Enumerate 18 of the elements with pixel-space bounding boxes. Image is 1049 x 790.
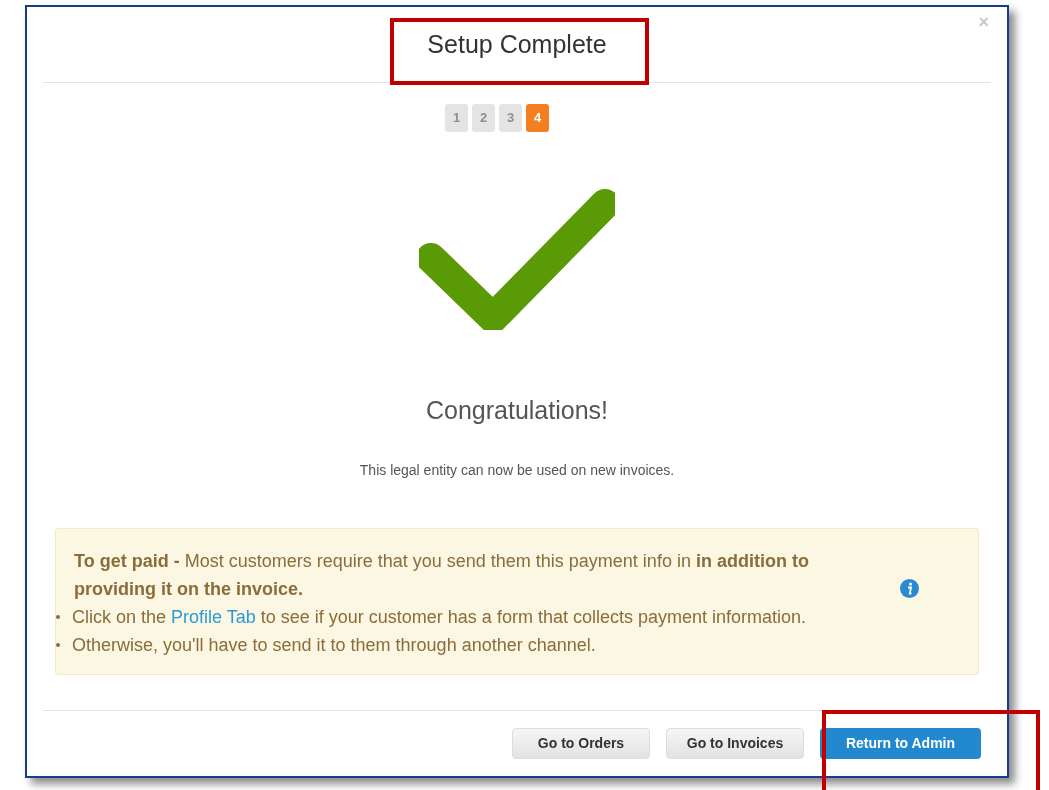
checkmark-icon [419,186,615,330]
step-indicator: 2 [472,104,495,132]
secondary-button[interactable]: Go to Invoices [666,728,804,759]
dialog-title: Setup Complete [427,28,607,60]
profile-tab-link[interactable]: Profile Tab [171,606,256,627]
notice-text: To get paid - Most customers require that you send them this payment info in in addition to providing it on the invoice. [74,549,810,601]
success-message: This legal entity can now be used on new invoices. [359,460,675,480]
secondary-button[interactable]: Go to Orders [512,728,650,759]
bullet-icon [56,614,60,619]
step-indicator: 4 [526,104,549,132]
info-icon[interactable] [900,578,919,598]
primary-button[interactable]: Return to Admin [820,728,981,759]
step-indicator: 3 [499,104,522,132]
notice-bullet-text: Click on the Profile Tab to see if your customer has a form that collects payment information. [72,605,806,629]
step-indicator: 1 [445,104,468,132]
congratulations-heading: Congratulations! [425,395,609,426]
bullet-icon [56,642,60,647]
notice-bullet-text: Otherwise, you'll have to send it to them through another channel. [72,633,596,657]
